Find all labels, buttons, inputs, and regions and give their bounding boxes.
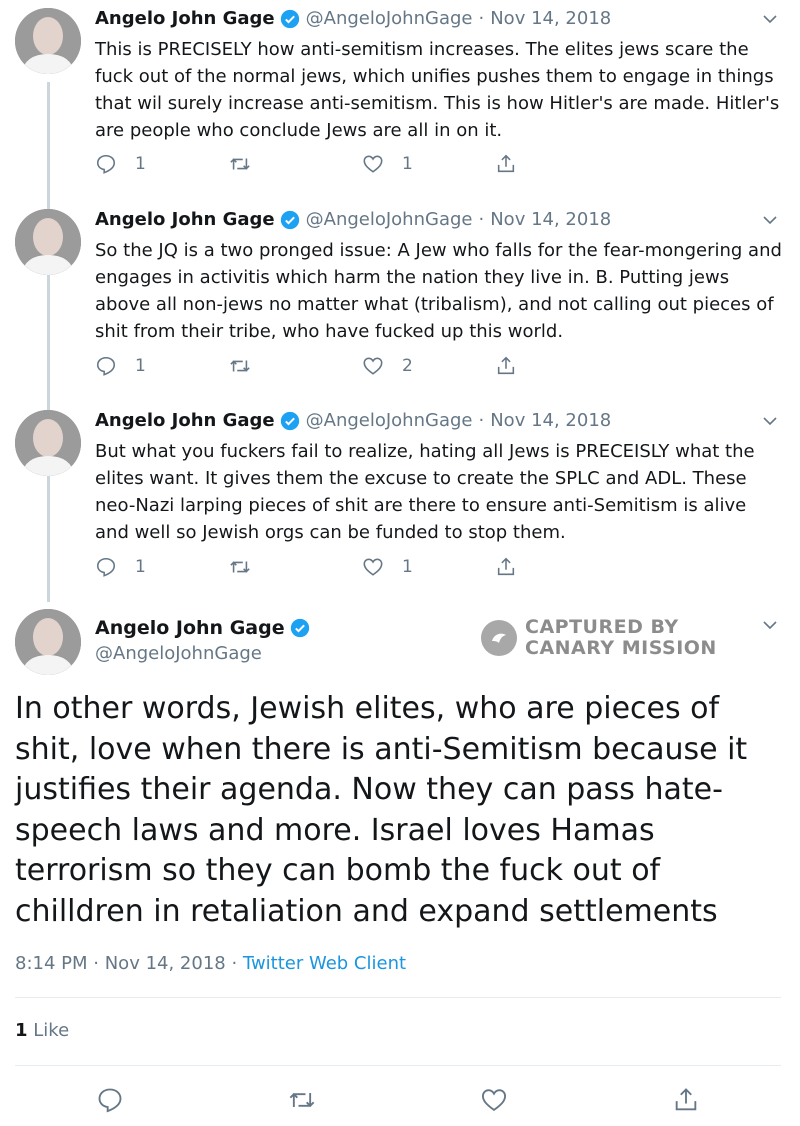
author-handle[interactable]: @AngeloJohnGage xyxy=(306,8,473,29)
likes-count: 1 xyxy=(15,1020,28,1041)
avatar[interactable] xyxy=(15,410,81,476)
main-tweet-text: In other words, Jewish elites, who are p… xyxy=(15,691,748,929)
reply-button[interactable]: 1 xyxy=(95,355,146,377)
share-icon xyxy=(675,1088,697,1111)
reply-icon xyxy=(96,557,116,577)
retweet-button[interactable] xyxy=(229,556,269,578)
tweet-date[interactable]: Nov 14, 2018 xyxy=(490,209,611,230)
chevron-down-icon[interactable] xyxy=(762,617,778,633)
share-button[interactable] xyxy=(495,556,517,578)
thread-tweet[interactable]: Angelo John Gage @AngeloJohnGage · Nov 1… xyxy=(0,402,800,602)
tweet-date[interactable]: Nov 14, 2018 xyxy=(490,410,611,431)
author-handle[interactable]: @AngeloJohnGage xyxy=(306,410,473,431)
avatar-image xyxy=(15,410,81,476)
share-icon xyxy=(497,154,515,173)
main-tweet-actions xyxy=(0,1086,800,1114)
tweet-time[interactable]: 8:14 PM xyxy=(15,953,88,974)
canary-logo-icon xyxy=(481,620,517,656)
heart-icon xyxy=(363,357,383,375)
share-icon xyxy=(497,356,515,375)
like-count: 1 xyxy=(402,154,413,174)
reply-button[interactable] xyxy=(96,1086,124,1114)
avatar[interactable] xyxy=(15,209,81,275)
author-name[interactable]: Angelo John Gage xyxy=(95,209,275,230)
reply-icon xyxy=(98,1088,122,1113)
retweet-icon xyxy=(230,561,250,573)
like-count: 2 xyxy=(402,356,413,376)
avatar-image xyxy=(15,8,81,74)
retweet-button[interactable] xyxy=(288,1086,316,1114)
retweet-icon xyxy=(230,158,250,170)
reply-count: 1 xyxy=(135,356,146,376)
tweet-text: This is PRECISELY how anti-semitism incr… xyxy=(95,39,780,141)
reply-count: 1 xyxy=(135,557,146,577)
reply-button[interactable]: 1 xyxy=(95,153,146,175)
author-name[interactable]: Angelo John Gage xyxy=(95,617,285,639)
share-button[interactable] xyxy=(495,355,517,377)
like-button[interactable]: 1 xyxy=(362,556,413,578)
likes-summary[interactable]: 1 Like xyxy=(15,1020,69,1041)
retweet-icon xyxy=(289,1092,315,1108)
reply-icon xyxy=(96,356,116,376)
main-author-name-row: Angelo John Gage xyxy=(95,617,316,639)
avatar-image xyxy=(15,209,81,275)
chevron-down-icon[interactable] xyxy=(762,212,778,228)
heart-icon xyxy=(481,1089,507,1112)
thread-tweet[interactable]: Angelo John Gage @AngeloJohnGage · Nov 1… xyxy=(0,0,800,200)
share-button[interactable] xyxy=(672,1086,700,1114)
avatar-image xyxy=(15,609,81,675)
like-button[interactable]: 2 xyxy=(362,355,413,377)
like-button[interactable] xyxy=(480,1086,508,1114)
divider xyxy=(15,1065,781,1066)
author-name[interactable]: Angelo John Gage xyxy=(95,410,275,431)
reply-button[interactable]: 1 xyxy=(95,556,146,578)
like-button[interactable]: 1 xyxy=(362,153,413,175)
avatar[interactable] xyxy=(15,8,81,74)
share-icon xyxy=(497,557,515,576)
author-handle[interactable]: @AngeloJohnGage xyxy=(95,643,262,664)
divider xyxy=(15,997,781,998)
separator-dot: · xyxy=(478,410,485,431)
tweet-actions: 1 2 xyxy=(95,355,525,379)
tweet-header: Angelo John Gage @AngeloJohnGage · Nov 1… xyxy=(95,8,611,29)
thread-tweet[interactable]: Angelo John Gage @AngeloJohnGage · Nov 1… xyxy=(0,201,800,401)
retweet-button[interactable] xyxy=(229,355,269,377)
avatar[interactable] xyxy=(15,609,81,675)
chevron-down-icon[interactable] xyxy=(762,11,778,27)
retweet-button[interactable] xyxy=(229,153,269,175)
author-handle[interactable]: @AngeloJohnGage xyxy=(306,209,473,230)
heart-icon xyxy=(363,558,383,576)
client-link[interactable]: Twitter Web Client xyxy=(243,953,406,974)
reply-icon xyxy=(96,154,116,174)
like-count: 1 xyxy=(402,557,413,577)
tweet-header: Angelo John Gage @AngeloJohnGage · Nov 1… xyxy=(95,209,611,230)
retweet-icon xyxy=(230,360,250,372)
chevron-down-icon[interactable] xyxy=(762,413,778,429)
tweet-actions: 1 1 xyxy=(95,556,525,580)
canary-mission-watermark: CAPTURED BY CANARY MISSION xyxy=(481,617,717,659)
tweet-header: Angelo John Gage @AngeloJohnGage · Nov 1… xyxy=(95,410,611,431)
author-name[interactable]: Angelo John Gage xyxy=(95,8,275,29)
watermark-line1: CAPTURED BY xyxy=(525,616,679,638)
watermark-line2: CANARY MISSION xyxy=(525,637,717,659)
verified-badge-icon xyxy=(280,9,300,29)
separator-dot: · xyxy=(478,209,485,230)
tweet-meta: 8:14 PM · Nov 14, 2018 · Twitter Web Cli… xyxy=(15,953,406,974)
tweet-date[interactable]: Nov 14, 2018 xyxy=(490,8,611,29)
separator-dot: · xyxy=(478,8,485,29)
verified-badge-icon xyxy=(280,210,300,230)
heart-icon xyxy=(363,155,383,173)
reply-count: 1 xyxy=(135,154,146,174)
tweet-actions: 1 1 xyxy=(95,153,525,177)
verified-badge-icon xyxy=(290,618,310,638)
separator-dot: · xyxy=(93,953,105,974)
tweet-date[interactable]: Nov 14, 2018 xyxy=(105,953,226,974)
verified-badge-icon xyxy=(280,411,300,431)
tweet-text: So the JQ is a two pronged issue: A Jew … xyxy=(95,240,782,342)
share-button[interactable] xyxy=(495,153,517,175)
likes-label: Like xyxy=(33,1020,70,1041)
separator-dot: · xyxy=(231,953,243,974)
tweet-text: But what you fuckers fail to realize, ha… xyxy=(95,441,755,543)
